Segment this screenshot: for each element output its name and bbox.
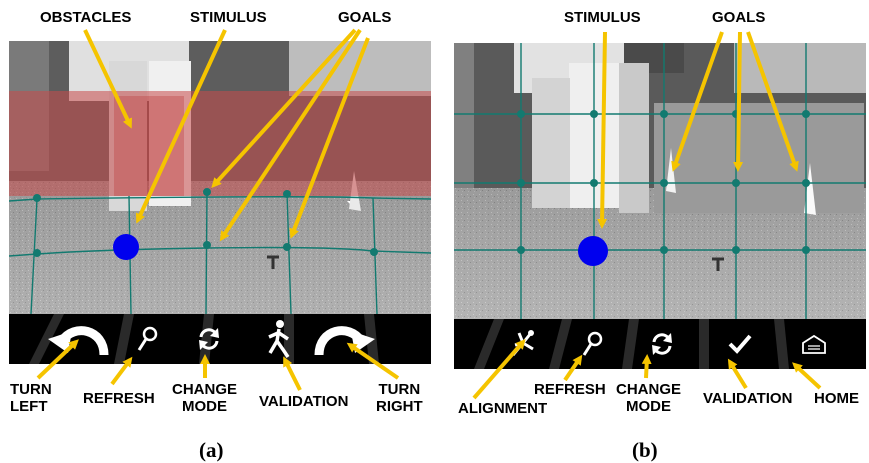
camera-image-a	[9, 41, 431, 314]
camera-view-a[interactable]	[9, 41, 431, 314]
stimulus-marker	[578, 236, 608, 266]
change-mode-button[interactable]	[179, 314, 239, 364]
obstacle-overlay	[9, 91, 431, 196]
label-refresh: REFRESH	[83, 390, 155, 407]
change-mode-button-b[interactable]	[632, 319, 692, 369]
alignment-button[interactable]	[494, 319, 554, 369]
panel-b: STIMULUS GOALS ALIGNMENT REFRESH CHANGE …	[440, 0, 869, 463]
turn-left-icon	[48, 326, 109, 356]
alignment-icon	[511, 330, 534, 356]
camera-view-b[interactable]	[454, 43, 866, 319]
label-stimulus-b: STIMULUS	[564, 9, 641, 26]
turn-left-button[interactable]	[39, 314, 119, 364]
refresh-button-b[interactable]	[564, 319, 624, 369]
change-mode-icon	[199, 328, 219, 350]
toolbar-b	[454, 319, 866, 369]
label-turn-right: TURN RIGHT	[376, 381, 423, 415]
home-button[interactable]	[784, 319, 844, 369]
label-alignment: ALIGNMENT	[458, 400, 548, 417]
panel-a: OBSTACLES STIMULUS GOALS TURN LEFT REFRE…	[0, 0, 440, 463]
label-refresh-b: REFRESH	[534, 381, 606, 398]
toolbar-a	[9, 314, 431, 364]
label-obstacles: OBSTACLES	[40, 9, 132, 26]
label-change-mode-b: CHANGE MODE	[616, 381, 682, 415]
label-validation-b: VALIDATION	[703, 390, 793, 407]
refresh-icon	[582, 331, 603, 356]
camera-image-b	[454, 43, 866, 319]
change-mode-icon	[652, 333, 672, 355]
caption-b: (b)	[632, 438, 658, 462]
label-change-mode: CHANGE MODE	[172, 381, 238, 415]
refresh-icon	[137, 326, 158, 351]
turn-right-button[interactable]	[299, 314, 389, 364]
label-goals-b: GOALS	[712, 9, 766, 26]
turn-right-icon	[314, 326, 375, 356]
label-goals: GOALS	[338, 9, 392, 26]
stimulus-marker	[113, 234, 139, 260]
validation-icon	[268, 320, 290, 358]
validation-icon	[728, 334, 752, 354]
refresh-button[interactable]	[119, 314, 179, 364]
label-home: HOME	[814, 390, 859, 407]
label-stimulus: STIMULUS	[190, 9, 267, 26]
label-validation: VALIDATION	[259, 393, 349, 410]
label-turn-left: TURN LEFT	[10, 381, 52, 415]
validation-button-b[interactable]	[710, 319, 770, 369]
home-icon	[802, 334, 826, 354]
caption-a: (a)	[199, 438, 224, 462]
